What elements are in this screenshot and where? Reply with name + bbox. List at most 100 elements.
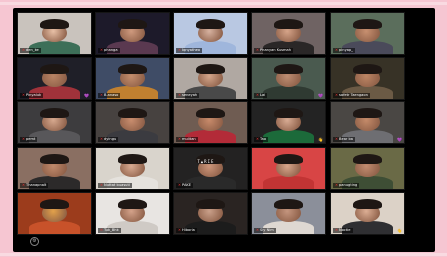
participant-tile[interactable]: ✕Tuk_Bhk (95, 192, 170, 235)
participant-tile[interactable]: ✕Phanyan Kusmah (251, 12, 326, 55)
participant-tile[interactable]: ✕Hiboria (173, 192, 248, 235)
participant-tile[interactable]: ✕Iqnyatheo (173, 12, 248, 55)
participant-name-label: ✕mulitan (176, 137, 198, 142)
participant-tile[interactable]: ✕den_ke (17, 12, 92, 55)
participant-hair (352, 153, 383, 165)
participant-name-label: ✕Tao (254, 137, 269, 142)
participant-name: pemt (26, 137, 36, 141)
participant-hair (352, 63, 383, 75)
muted-mic-icon: ✕ (335, 183, 339, 187)
participant-name-label: ✕pinyap_ (333, 48, 355, 53)
participant-name: den_ke (26, 48, 39, 52)
participant-name-label: ✕PAKE (176, 183, 194, 188)
muted-mic-icon: ✕ (335, 48, 339, 52)
muted-mic-icon: ✕ (178, 137, 182, 141)
reaction-icon: 👋 (318, 137, 323, 142)
participant-hair (273, 18, 304, 30)
participant-name: panugting (339, 183, 358, 187)
participant-hair (117, 198, 148, 210)
background-stripe (0, 2, 447, 5)
participant-tile[interactable]: ✕pinyap_ (330, 12, 405, 55)
background-stripe (0, 253, 447, 256)
participant-tile[interactable]: ✕pemt (17, 101, 92, 144)
participant-name-label: ✕Iqnyatheo (176, 48, 203, 53)
participant-name: phanga (104, 48, 118, 52)
muted-mic-icon: ✕ (178, 228, 182, 232)
participant-tile[interactable]: ✕safetr Taengaon (330, 57, 405, 100)
participant-hair (273, 107, 304, 119)
participant-tile[interactable]: ✕seneyah (173, 57, 248, 100)
participant-hair (117, 18, 148, 30)
participant-hair (195, 63, 226, 75)
muted-mic-icon: ✕ (22, 183, 26, 187)
participant-name-label: ✕B.anaso (98, 93, 121, 98)
participant-hair (117, 153, 148, 165)
participant-tile[interactable]: T▲RIE ✕PAKE (173, 147, 248, 190)
participant-name: seneyah (182, 93, 198, 97)
muted-mic-icon: ✕ (256, 48, 260, 52)
participant-hair (273, 153, 304, 165)
reaction-icon: 💜 (397, 137, 402, 142)
participant-tile[interactable]: ✕phanga (95, 12, 170, 55)
participant-hair (39, 18, 70, 30)
security-icon[interactable]: ⚙ (30, 237, 39, 246)
participant-hair (39, 198, 70, 210)
participant-body (262, 175, 315, 189)
participant-hair (195, 18, 226, 30)
muted-mic-icon: ✕ (100, 228, 104, 232)
participant-hair (352, 198, 383, 210)
participant-name-label: ✕Tuk_Bhk (98, 228, 121, 233)
participant-name-label: ✕Lai (254, 93, 268, 98)
participant-name: PAKE (182, 183, 192, 187)
participant-tile[interactable]: ✕dyingu (95, 101, 170, 144)
participant-name: Pinyaluk (26, 93, 42, 97)
reaction-icon: 👋 (397, 228, 402, 233)
participant-tile[interactable]: ✕panugting (330, 147, 405, 190)
participant-name-label: ✕Nuttat buasuti (98, 183, 132, 188)
participant-tile[interactable]: ✕Noctie 👋 (330, 192, 405, 235)
participant-tile[interactable]: ✕Nuttat buasuti (95, 147, 170, 190)
participant-name-label: ✕safetr Taengaon (333, 93, 370, 98)
participant-tile[interactable]: ✕mulitan (173, 101, 248, 144)
participant-name-label: ✕den_ke (20, 48, 41, 53)
participant-name: Tao (260, 137, 267, 141)
participant-name: safetr Taengaon (339, 93, 368, 97)
participant-name: B.anaso (104, 93, 119, 97)
participant-tile[interactable] (251, 147, 326, 190)
participant-tile[interactable]: ✕Thanapnalt (17, 147, 92, 190)
participant-name-label: ✕phanga (98, 48, 120, 53)
muted-mic-icon: ✕ (335, 228, 339, 232)
participant-name-label: ✕Sly Nim (254, 228, 276, 233)
muted-mic-icon: ✕ (335, 93, 339, 97)
participant-name-label: ✕Phanyan Kusmah (254, 48, 293, 53)
muted-mic-icon: ✕ (22, 93, 26, 97)
participant-body (262, 85, 315, 99)
participant-tile[interactable]: ✕Tao 👋 (251, 101, 326, 144)
participant-grid: ✕den_ke ✕phanga ✕Iqnyatheo ✕Phanyan Kusmah ✕… (13, 8, 435, 252)
participant-hair (117, 107, 148, 119)
participant-tile[interactable]: ✕B.anaso (95, 57, 170, 100)
participant-hair (273, 198, 304, 210)
participant-tile[interactable]: ✕Lai 💜 (251, 57, 326, 100)
muted-mic-icon: ✕ (22, 137, 26, 141)
participant-tile[interactable]: ✕Bear ba 💜 (330, 101, 405, 144)
participant-name-label: ✕Hiboria (176, 228, 197, 233)
participant-hair (117, 63, 148, 75)
muted-mic-icon: ✕ (100, 137, 104, 141)
participant-hair (39, 63, 70, 75)
participant-tile[interactable]: ✕Sly Nim (251, 192, 326, 235)
participant-name-label: ✕Thanapnalt (20, 183, 49, 188)
muted-mic-icon: ✕ (178, 183, 182, 187)
banner-text: T▲RIE (197, 158, 215, 164)
muted-mic-icon: ✕ (100, 93, 104, 97)
participant-tile[interactable] (17, 192, 92, 235)
participant-hair (352, 18, 383, 30)
participant-name: Thanapnalt (26, 183, 47, 187)
participant-body (28, 220, 81, 234)
participant-name: Iqnyatheo (182, 48, 201, 52)
muted-mic-icon: ✕ (256, 93, 260, 97)
participant-hair (39, 153, 70, 165)
participant-tile[interactable]: ✕Pinyaluk 💜 (17, 57, 92, 100)
participant-hair (39, 107, 70, 119)
muted-mic-icon: ✕ (256, 137, 260, 141)
